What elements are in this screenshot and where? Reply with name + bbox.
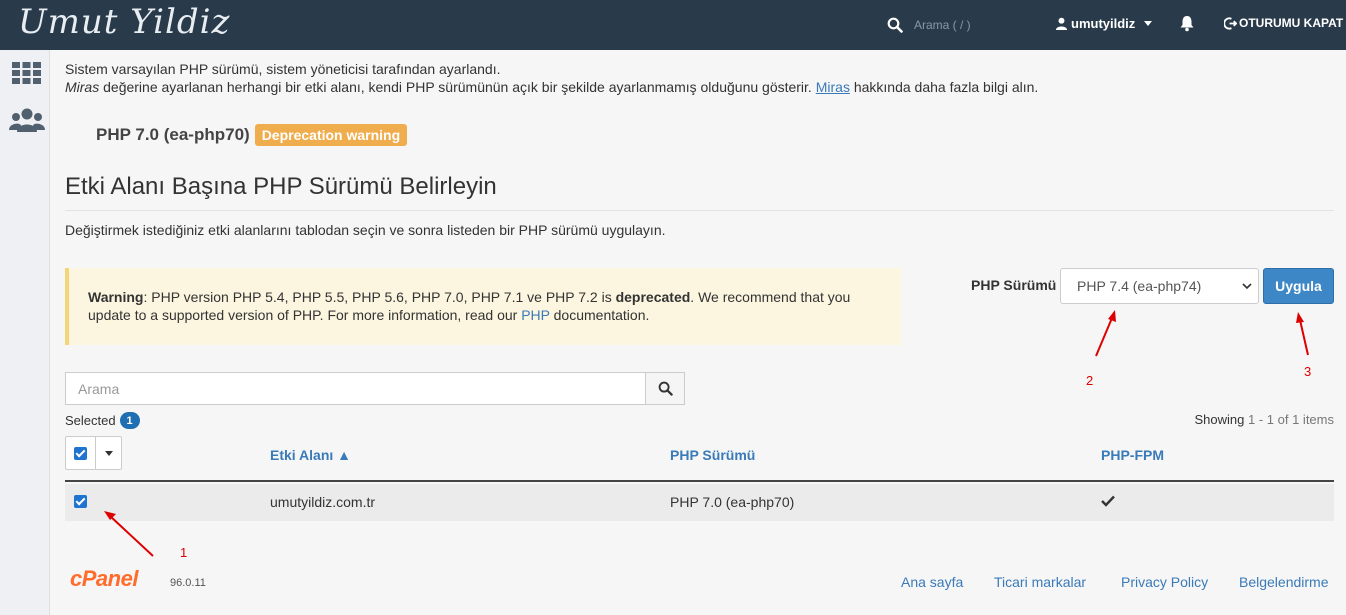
bell-icon[interactable] <box>1178 14 1196 32</box>
select-options-dropdown[interactable] <box>96 437 122 469</box>
grid-icon[interactable] <box>12 62 41 84</box>
selected-summary: Selected 1 <box>65 412 140 429</box>
row-php-version: PHP 7.0 (ea-php70) <box>670 494 795 510</box>
php-version-label: PHP Sürümü <box>971 277 1057 293</box>
table-row: umutyildiz.com.tr PHP 7.0 (ea-php70) <box>65 484 1334 521</box>
footer-link-trademarks[interactable]: Ticari markalar <box>994 574 1086 590</box>
user-menu[interactable]: umutyildiz <box>1055 16 1153 31</box>
top-bar: Umut Yildiz Arama ( / ) umutyildiz OTURU… <box>0 0 1346 50</box>
global-search-placeholder[interactable]: Arama ( / ) <box>914 18 971 32</box>
users-icon[interactable] <box>9 106 45 134</box>
apply-button[interactable]: Uygula <box>1263 268 1334 304</box>
select-all-checkbox[interactable] <box>66 437 96 469</box>
footer-link-privacy[interactable]: Privacy Policy <box>1121 574 1208 590</box>
chevron-down-icon <box>1144 21 1153 26</box>
deprecation-badge: Deprecation warning <box>254 124 408 146</box>
chevron-down-icon <box>105 450 113 456</box>
row-checkbox[interactable] <box>74 495 87 508</box>
column-domain[interactable]: Etki Alanı ▲ <box>270 447 351 463</box>
section-description: Değiştirmek istediğiniz etki alanlarını … <box>65 222 666 238</box>
check-icon <box>1101 495 1115 507</box>
logout-button[interactable]: OTURUMU KAPAT <box>1224 16 1343 30</box>
annotation-3: 3 <box>1304 364 1312 379</box>
table-header: Etki Alanı ▲ PHP Sürümü PHP-FPM <box>65 436 1334 482</box>
section-title: Etki Alanı Başına PHP Sürümü Belirleyin <box>65 173 497 200</box>
table-search-button[interactable] <box>645 372 685 405</box>
selected-count-badge: 1 <box>119 412 140 429</box>
user-icon <box>1055 17 1068 30</box>
footer-link-docs[interactable]: Belgelendirme <box>1239 574 1329 590</box>
php-docs-link[interactable]: PHP <box>521 307 550 323</box>
search-icon <box>658 381 673 396</box>
checkbox-checked-icon <box>74 446 87 460</box>
php-version-select[interactable]: PHP 7.4 (ea-php74) <box>1060 268 1259 304</box>
sidebar <box>0 50 50 615</box>
selected-label: Selected <box>65 413 116 428</box>
search-icon <box>887 17 903 33</box>
column-php-version[interactable]: PHP Sürümü <box>670 447 755 463</box>
username: umutyildiz <box>1071 16 1136 31</box>
info-line-1: Sistem varsayılan PHP sürümü, sistem yön… <box>65 61 501 77</box>
annotation-2: 2 <box>1086 373 1094 388</box>
row-domain: umutyildiz.com.tr <box>270 494 376 510</box>
showing-range: 1 - 1 of 1 items <box>1248 412 1334 427</box>
system-php-version-label: PHP 7.0 (ea-php70) <box>96 125 250 144</box>
warning-text-3: documentation. <box>549 307 650 323</box>
showing-label: Showing <box>1194 412 1245 427</box>
logout-label: OTURUMU KAPAT <box>1239 16 1344 30</box>
system-php-version: PHP 7.0 (ea-php70) Deprecation warning <box>96 124 408 146</box>
divider <box>65 210 1334 211</box>
site-logo[interactable]: Umut Yildiz <box>18 2 230 42</box>
inherit-link[interactable]: Miras <box>816 79 850 95</box>
info-line-2-end: hakkında daha fazla bilgi alın. <box>849 79 1039 95</box>
table-search-input[interactable]: Arama <box>65 372 646 405</box>
chevron-down-icon <box>1242 283 1252 290</box>
php-version-selected: PHP 7.4 (ea-php74) <box>1077 278 1202 294</box>
warning-label: Warning <box>88 289 144 305</box>
info-line-2-text: değerine ayarlanan herhangi bir etki ala… <box>99 79 816 95</box>
cpanel-logo[interactable]: cPanel <box>70 566 138 592</box>
footer-link-home[interactable]: Ana sayfa <box>901 574 963 590</box>
inherit-term: Miras <box>65 79 100 95</box>
cpanel-version: 96.0.11 <box>170 577 206 589</box>
select-all-group <box>65 436 122 470</box>
logout-icon <box>1224 16 1237 30</box>
column-php-fpm[interactable]: PHP-FPM <box>1101 447 1164 463</box>
deprecation-warning: Warning: PHP version PHP 5.4, PHP 5.5, P… <box>65 268 901 345</box>
showing-summary: Showing 1 - 1 of 1 items <box>1195 412 1334 427</box>
warning-deprecated: deprecated <box>615 289 691 305</box>
annotation-1: 1 <box>180 545 188 560</box>
info-line-2: Miras değerine ayarlanan herhangi bir et… <box>65 78 1038 96</box>
warning-text-1: : PHP version PHP 5.4, PHP 5.5, PHP 5.6,… <box>143 289 616 305</box>
global-search[interactable]: Arama ( / ) <box>887 14 1037 36</box>
php-info-text: Sistem varsayılan PHP sürümü, sistem yön… <box>65 60 1038 96</box>
